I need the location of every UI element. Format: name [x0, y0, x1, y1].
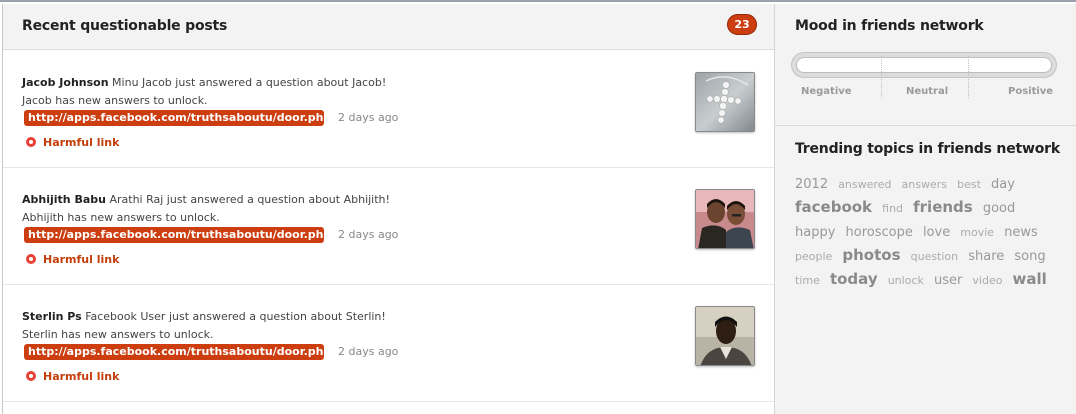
mood-label-positive: Positive — [1008, 86, 1054, 97]
trending-topic-share[interactable]: share — [968, 249, 1004, 264]
sidebar: Mood in friends network Negative Neutral… — [774, 4, 1076, 414]
harmful-link-label: Harmful link — [43, 136, 120, 149]
trending-topic-photos[interactable]: photos — [842, 246, 900, 264]
harmful-link-warning[interactable]: Harmful link — [26, 369, 119, 385]
trending-topic-video[interactable]: video — [972, 274, 1002, 287]
post-author-name[interactable]: Abhijith Babu — [22, 193, 106, 206]
trending-topic-friends[interactable]: friends — [913, 198, 973, 216]
posts-header: Recent questionable posts 23 — [3, 4, 774, 50]
cross-pendant-thumbnail[interactable] — [695, 72, 755, 132]
post-detail: Jacob has new answers to unlock. — [22, 94, 208, 107]
post-link[interactable]: http://apps.facebook.com/truthsaboutu/do… — [24, 110, 324, 126]
questionable-posts-panel: Recent questionable posts 23 Jacob Johns… — [2, 4, 775, 414]
posts-count-badge[interactable]: 23 — [727, 14, 757, 35]
post-detail: Abhijith has new answers to unlock. — [22, 211, 220, 224]
trending-topic-day[interactable]: day — [991, 177, 1015, 192]
trending-topic-happy[interactable]: happy — [795, 225, 835, 240]
trending-title: Trending topics in friends network — [795, 141, 1060, 157]
warning-dot-icon — [26, 254, 36, 264]
mood-label-negative: Negative — [801, 86, 852, 97]
trending-topic-answers[interactable]: answers — [902, 178, 947, 191]
harmful-link-warning[interactable]: Harmful link — [26, 135, 119, 151]
post-item: Abhijith Babu Arathi Raj just answered a… — [3, 168, 775, 285]
trending-topic-cloud: 2012 answered answers best day facebook … — [795, 172, 1065, 292]
trending-topic-question[interactable]: question — [911, 250, 959, 263]
harmful-link-label: Harmful link — [43, 253, 120, 266]
post-author-name[interactable]: Sterlin Ps — [22, 310, 82, 323]
post-text: Jacob Johnson Minu Jacob just answered a… — [22, 74, 662, 110]
post-message: Facebook User just answered a question a… — [85, 310, 386, 323]
post-text: Sterlin Ps Facebook User just answered a… — [22, 308, 662, 344]
section-divider — [775, 125, 1076, 126]
post-timestamp: 2 days ago — [338, 111, 399, 124]
post-timestamp: 2 days ago — [338, 228, 399, 241]
trending-topic-wall[interactable]: wall — [1013, 270, 1047, 288]
trending-topic-user[interactable]: user — [934, 273, 962, 288]
trending-topic-best[interactable]: best — [957, 178, 981, 191]
two-people-thumbnail[interactable] — [695, 189, 755, 249]
post-link[interactable]: http://apps.facebook.com/truthsaboutu/do… — [24, 227, 324, 243]
mood-divider — [968, 56, 969, 98]
post-link[interactable]: http://apps.facebook.com/truthsaboutu/do… — [24, 344, 324, 360]
trending-topic-find[interactable]: find — [882, 202, 903, 215]
trending-topic-unlock[interactable]: unlock — [888, 274, 924, 287]
post-message: Arathi Raj just answered a question abou… — [109, 193, 390, 206]
trending-topic-answered[interactable]: answered — [838, 178, 891, 191]
post-link-row: http://apps.facebook.com/truthsaboutu/do… — [24, 344, 398, 362]
trending-topic-love[interactable]: love — [923, 225, 950, 240]
post-text: Abhijith Babu Arathi Raj just answered a… — [22, 191, 662, 227]
trending-topic-news[interactable]: news — [1004, 225, 1038, 240]
post-timestamp: 2 days ago — [338, 345, 399, 358]
trending-topic-facebook[interactable]: facebook — [795, 198, 872, 216]
mood-title: Mood in friends network — [795, 18, 984, 34]
trending-topic-good[interactable]: good — [983, 201, 1015, 216]
warning-dot-icon — [26, 371, 36, 381]
person-portrait-thumbnail[interactable] — [695, 306, 755, 366]
post-link-row: http://apps.facebook.com/truthsaboutu/do… — [24, 227, 398, 245]
trending-topic-time[interactable]: time — [795, 274, 820, 287]
trending-topic-today[interactable]: today — [830, 270, 878, 288]
mood-divider — [881, 56, 882, 98]
trending-topic-movie[interactable]: movie — [960, 226, 994, 239]
post-message: Minu Jacob just answered a question abou… — [112, 76, 387, 89]
app-frame: Recent questionable posts 23 Jacob Johns… — [0, 0, 1076, 414]
posts-panel-title: Recent questionable posts — [22, 18, 228, 34]
post-item: Jacob Johnson Minu Jacob just answered a… — [3, 51, 775, 168]
mood-label-neutral: Neutral — [906, 86, 949, 97]
trending-topic-2012[interactable]: 2012 — [795, 177, 828, 192]
post-item: Sterlin Ps Facebook User just answered a… — [3, 285, 775, 402]
post-detail: Sterlin has new answers to unlock. — [22, 328, 214, 341]
mood-meter-bar — [796, 57, 1052, 73]
harmful-link-label: Harmful link — [43, 370, 120, 383]
trending-topic-horoscope[interactable]: horoscope — [846, 225, 913, 240]
post-author-name[interactable]: Jacob Johnson — [22, 76, 109, 89]
trending-topic-people[interactable]: people — [795, 250, 832, 263]
post-link-row: http://apps.facebook.com/truthsaboutu/do… — [24, 110, 398, 128]
mood-meter — [791, 52, 1057, 78]
trending-topic-song[interactable]: song — [1014, 249, 1045, 264]
warning-dot-icon — [26, 137, 36, 147]
harmful-link-warning[interactable]: Harmful link — [26, 252, 119, 268]
